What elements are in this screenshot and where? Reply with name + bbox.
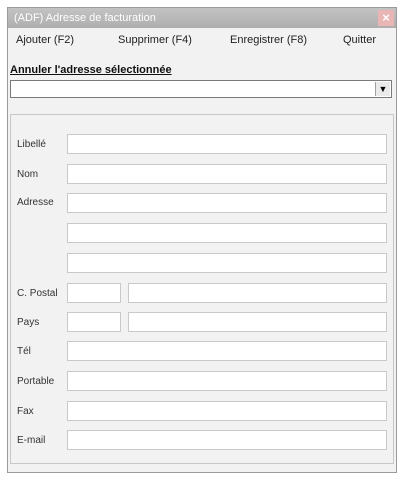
pays-code-field[interactable] [67, 312, 121, 332]
adresse-field-1[interactable] [67, 193, 387, 213]
menu-supprimer[interactable]: Supprimer (F4) [118, 34, 192, 46]
menu-ajouter[interactable]: Ajouter (F2) [16, 34, 74, 46]
menu-quitter[interactable]: Quitter [343, 34, 376, 46]
nom-field[interactable] [67, 164, 387, 184]
label-tel: Tél [17, 346, 31, 357]
title-bar: (ADF) Adresse de facturation × [8, 8, 396, 28]
chevron-down-icon[interactable]: ▼ [375, 82, 390, 96]
cancel-address-link[interactable]: Annuler l'adresse sélectionnée [10, 64, 172, 76]
adresse-field-2[interactable] [67, 223, 387, 243]
fax-field[interactable] [67, 401, 387, 421]
address-select[interactable]: ▼ [10, 80, 392, 98]
close-icon[interactable]: × [378, 10, 394, 26]
label-cpostal: C. Postal [17, 288, 58, 299]
pays-nom-field[interactable] [128, 312, 387, 332]
libelle-field[interactable] [67, 134, 387, 154]
label-portable: Portable [17, 376, 55, 387]
label-email: E-mail [17, 435, 46, 446]
menu-bar: Ajouter (F2) Supprimer (F4) Enregistrer … [8, 30, 396, 52]
adresse-field-3[interactable] [67, 253, 387, 273]
label-nom: Nom [17, 169, 39, 180]
label-pays: Pays [17, 317, 40, 328]
window-title: (ADF) Adresse de facturation [14, 12, 156, 24]
label-libelle: Libellé [17, 139, 46, 150]
menu-enregistrer[interactable]: Enregistrer (F8) [230, 34, 307, 46]
tel-field[interactable] [67, 341, 387, 361]
cpostal-code-field[interactable] [67, 283, 121, 303]
portable-field[interactable] [67, 371, 387, 391]
label-adresse: Adresse [17, 197, 54, 208]
label-fax: Fax [17, 406, 34, 417]
email-field[interactable] [67, 430, 387, 450]
cpostal-ville-field[interactable] [128, 283, 387, 303]
